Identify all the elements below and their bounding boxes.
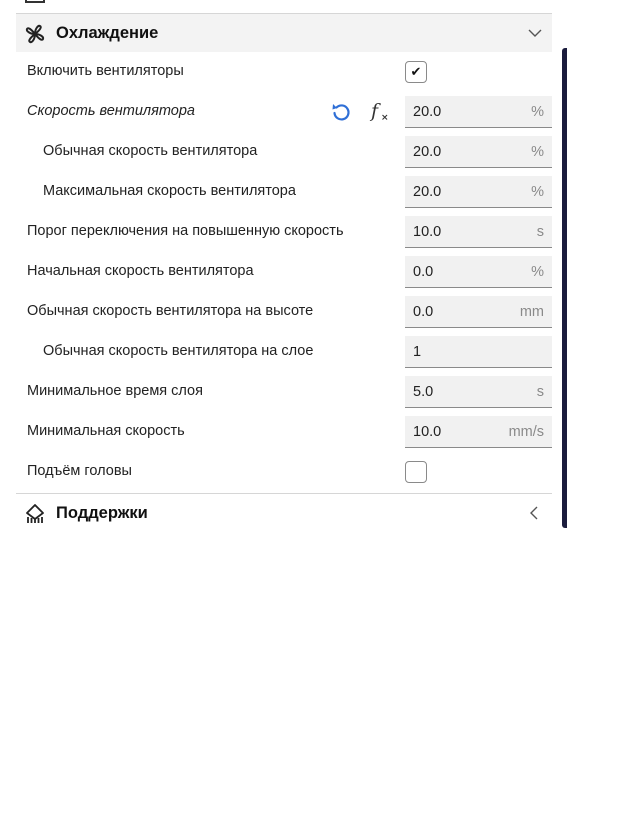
setting-label: Подъём головы xyxy=(27,463,132,479)
section-header-cooling[interactable]: Охлаждение xyxy=(16,14,552,52)
fan-speed-input[interactable]: 20.0 % xyxy=(405,96,552,128)
reset-icon[interactable] xyxy=(329,100,353,124)
row-min-layer-time: Минимальное время слоя 5.0 s xyxy=(16,372,552,412)
field-value: 20.0 xyxy=(413,184,442,200)
section-title: Охлаждение xyxy=(56,23,159,42)
field-unit: % xyxy=(531,264,544,280)
setting-label: Скорость вентилятора xyxy=(27,103,195,119)
support-icon xyxy=(26,504,44,523)
fan-icon xyxy=(25,24,45,44)
field-value: 10.0 xyxy=(413,224,442,240)
field-unit: s xyxy=(536,224,544,240)
field-value: 1 xyxy=(413,344,422,360)
enable-fans-checkbox[interactable]: ✔ xyxy=(405,61,427,83)
field-value: 0.0 xyxy=(413,264,434,280)
scrollbar[interactable] xyxy=(562,48,567,528)
field-unit: mm/s xyxy=(508,424,544,440)
initial-fan-speed-input[interactable]: 0.0 % xyxy=(405,256,552,288)
field-unit: % xyxy=(531,104,544,120)
svg-text:f: f xyxy=(369,100,381,122)
field-unit: % xyxy=(531,184,544,200)
svg-text:×: × xyxy=(381,113,389,123)
field-value: 20.0 xyxy=(413,104,442,120)
max-fan-speed-input[interactable]: 20.0 % xyxy=(405,176,552,208)
chevron-down-icon[interactable] xyxy=(526,24,544,42)
row-fan-speed-at-layer: Обычная скорость вентилятора на слое 1 xyxy=(16,332,552,372)
formula-fx-icon[interactable]: f × xyxy=(367,98,393,124)
speed-threshold-input[interactable]: 10.0 s xyxy=(405,216,552,248)
row-max-fan-speed: Максимальная скорость вентилятора 20.0 % xyxy=(16,172,552,212)
field-value: 10.0 xyxy=(413,424,442,440)
lift-head-checkbox[interactable] xyxy=(405,461,427,483)
field-unit: % xyxy=(531,144,544,160)
row-fan-speed: Скорость вентилятора f × 20.0 % xyxy=(16,92,552,132)
chevron-left-icon[interactable] xyxy=(526,504,544,522)
setting-label: Обычная скорость вентилятора на слое xyxy=(43,343,314,359)
row-fan-speed-at-height: Обычная скорость вентилятора на высоте 0… xyxy=(16,292,552,332)
row-initial-fan-speed: Начальная скорость вентилятора 0.0 % xyxy=(16,252,552,292)
setting-label: Максимальная скорость вентилятора xyxy=(43,183,296,199)
min-speed-input[interactable]: 10.0 mm/s xyxy=(405,416,552,448)
field-unit: mm xyxy=(519,304,544,320)
section-icon xyxy=(25,0,45,3)
setting-label: Порог переключения на повышенную скорост… xyxy=(27,223,344,239)
normal-fan-speed-input[interactable]: 20.0 % xyxy=(405,136,552,168)
section-title: Поддержки xyxy=(56,504,148,522)
field-unit: s xyxy=(536,384,544,400)
fan-speed-at-height-input[interactable]: 0.0 mm xyxy=(405,296,552,328)
setting-label: Минимальная скорость xyxy=(27,423,185,439)
setting-label: Обычная скорость вентилятора на высоте xyxy=(27,303,314,319)
row-speed-threshold: Порог переключения на повышенную скорост… xyxy=(16,212,552,252)
field-value: 0.0 xyxy=(413,304,434,320)
previous-section-header xyxy=(16,0,552,14)
row-lift-head: Подъём головы xyxy=(16,452,552,492)
setting-label: Минимальное время слоя xyxy=(27,383,203,399)
row-normal-fan-speed: Обычная скорость вентилятора 20.0 % xyxy=(16,132,552,172)
field-value: 20.0 xyxy=(413,144,442,160)
min-layer-time-input[interactable]: 5.0 s xyxy=(405,376,552,408)
fan-speed-at-layer-input[interactable]: 1 xyxy=(405,336,552,368)
setting-label: Обычная скорость вентилятора xyxy=(43,143,258,159)
section-header-supports[interactable]: Поддержки xyxy=(16,493,552,533)
row-enable-fans: Включить вентиляторы ✔ xyxy=(16,52,552,92)
setting-label: Начальная скорость вентилятора xyxy=(27,263,254,279)
row-min-speed: Минимальная скорость 10.0 mm/s xyxy=(16,412,552,452)
setting-label: Включить вентиляторы xyxy=(27,63,184,79)
field-value: 5.0 xyxy=(413,384,434,400)
